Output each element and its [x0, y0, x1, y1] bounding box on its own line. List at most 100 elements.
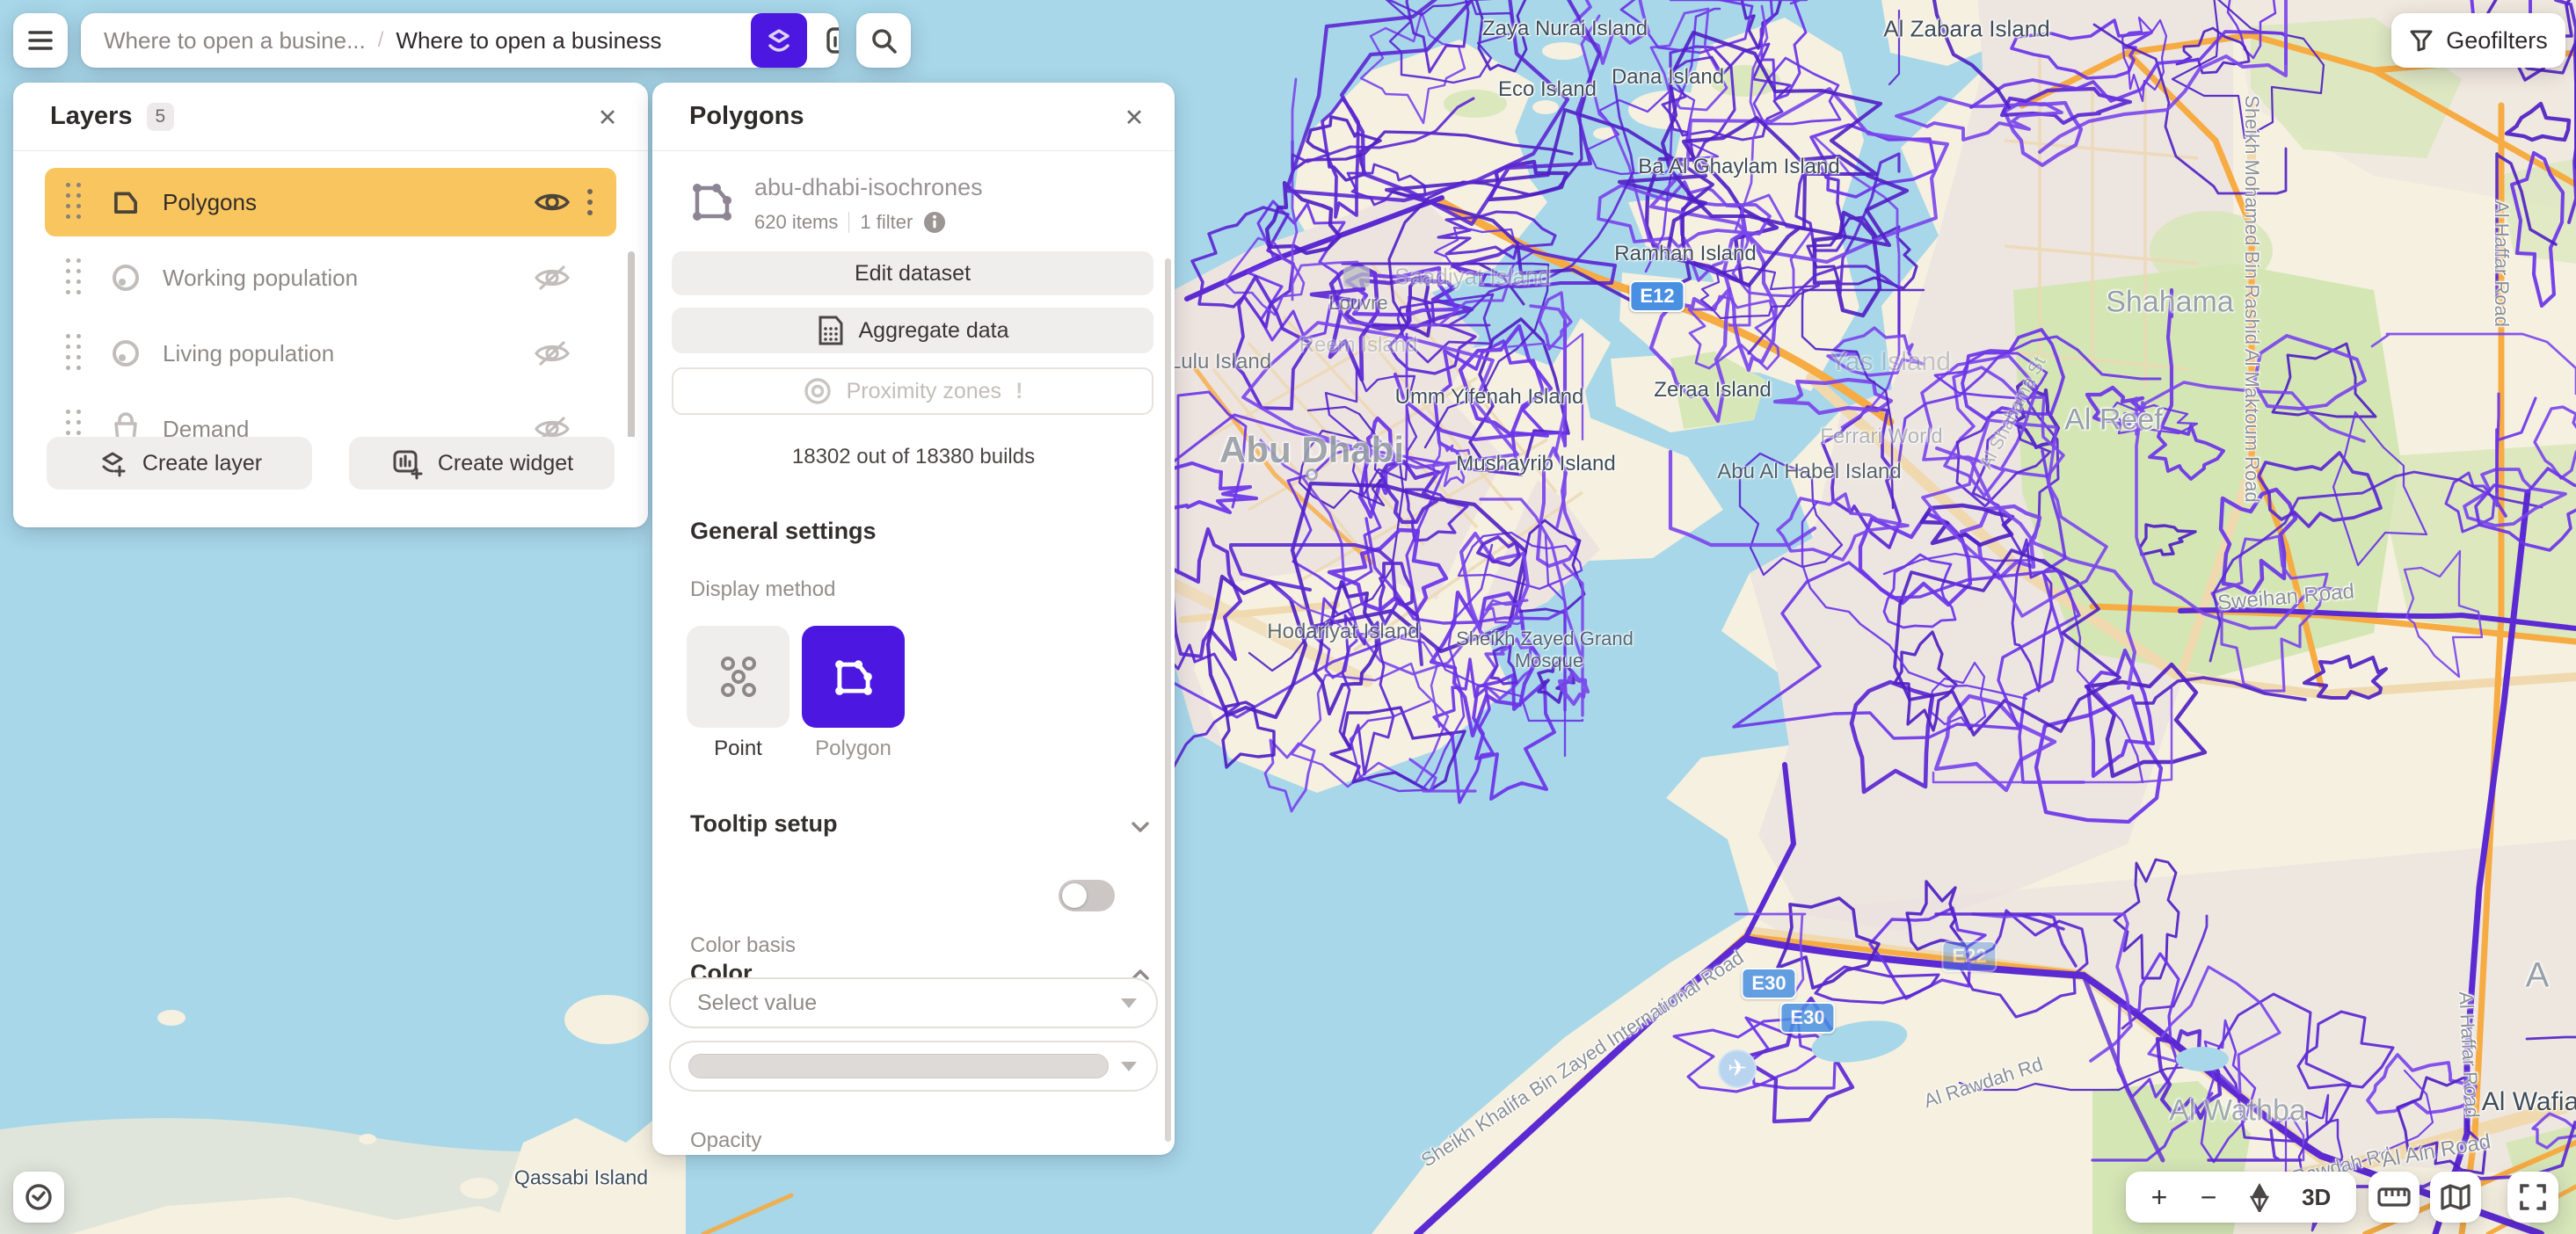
proximity-zones-button-disabled[interactable]: Proximity zones ! [672, 367, 1153, 415]
polygons-panel-header: Polygons ✕ [652, 83, 1175, 151]
toggle-knob [1062, 883, 1087, 908]
basemap-style-button[interactable] [2430, 1172, 2481, 1223]
color-palette-preview [688, 1054, 1109, 1078]
info-icon[interactable] [923, 211, 946, 234]
general-settings-heading: General settings [690, 518, 877, 545]
folded-map-icon [2440, 1184, 2471, 1210]
drag-handle-icon[interactable] [66, 183, 89, 221]
dataset-meta: 620 items 1 filter [754, 211, 946, 234]
edit-dataset-label: Edit dataset [855, 261, 971, 287]
drag-handle-icon[interactable] [66, 258, 89, 297]
fullscreen-button[interactable] [2507, 1172, 2558, 1223]
dataset-items-count: 620 items [754, 211, 838, 234]
color-basis-select-placeholder: Select value [697, 991, 1109, 1016]
meta-divider [848, 212, 849, 233]
create-layer-label: Create layer [142, 451, 262, 476]
drag-handle-icon[interactable] [66, 334, 89, 373]
eye-slash-icon[interactable] [532, 340, 572, 367]
layers-panel-title: Layers [50, 102, 133, 131]
polygon-layer-icon [108, 185, 147, 220]
edit-dataset-button[interactable]: Edit dataset [672, 251, 1153, 295]
layers-count-badge: 5 [147, 103, 175, 131]
display-method-point-tile[interactable] [687, 626, 790, 728]
layers-panel: Layers 5 ✕ Polygons Working population Liv… [13, 83, 648, 527]
eye-slash-icon[interactable] [532, 416, 572, 437]
fullscreen-icon [2519, 1183, 2547, 1211]
breadcrumb: Where to open a busine... / Where to ope… [81, 13, 839, 68]
tooltip-setup-heading: Tooltip setup [690, 810, 837, 838]
select-dropdown-arrow-icon [1121, 998, 1137, 1008]
dataset-filter-count[interactable]: 1 filter [860, 211, 913, 234]
create-layer-button[interactable]: Create layer [47, 437, 312, 490]
polygons-panel-close-button[interactable]: ✕ [1120, 104, 1148, 132]
color-basis-label: Color basis [690, 933, 796, 958]
palette-dropdown-arrow-icon [1121, 1062, 1137, 1071]
hamburger-menu-button[interactable] [13, 13, 68, 68]
layers-list: Polygons Working population Living populat… [13, 152, 648, 437]
layer-options-kebab-icon[interactable] [572, 189, 608, 215]
filter-funnel-icon [2409, 28, 2434, 53]
create-widget-label: Create widget [438, 451, 573, 476]
geofilters-button[interactable]: Geofilters [2391, 13, 2565, 68]
measure-button[interactable] [2369, 1172, 2420, 1223]
search-button[interactable] [856, 13, 911, 68]
ruler-icon [2377, 1186, 2411, 1209]
layers-panel-header: Layers 5 ✕ [13, 83, 648, 151]
eye-slash-icon[interactable] [532, 265, 572, 291]
widgets-button[interactable] [818, 18, 839, 62]
geofilters-label: Geofilters [2446, 27, 2548, 54]
proximity-zones-label: Proximity zones [847, 379, 1001, 404]
builds-progress-text: 18302 out of 18380 builds [652, 445, 1175, 469]
color-basis-select[interactable]: Select value [669, 977, 1158, 1028]
tooltip-chevron-down-icon[interactable] [1127, 814, 1153, 840]
breadcrumb-separator: / [378, 28, 384, 53]
layer-label: Demand [163, 416, 532, 438]
create-widget-button[interactable]: Create widget [349, 437, 615, 490]
dataset-name[interactable]: abu-dhabi-isochrones [754, 174, 983, 201]
aggregate-data-label: Aggregate data [859, 318, 1009, 344]
polygon-display-icon [828, 651, 879, 702]
proximity-zones-icon [803, 376, 833, 406]
bag-layer-icon [108, 411, 147, 437]
layers-panel-close-button[interactable]: ✕ [593, 104, 622, 132]
breadcrumb-parent[interactable]: Where to open a busine... [104, 27, 366, 54]
aggregate-data-icon [817, 316, 845, 345]
bar-chart-icon [825, 25, 839, 56]
eye-icon[interactable] [532, 189, 572, 215]
settings-scrollbar[interactable] [1165, 258, 1171, 1142]
layer-row-living-population[interactable]: Living population [45, 319, 616, 388]
tooltip-toggle-off[interactable] [1059, 880, 1115, 911]
create-layer-icon [97, 447, 128, 479]
create-widget-icon [390, 446, 424, 480]
layer-row-working-population[interactable]: Working population [45, 243, 616, 312]
layers-panel-toggle-button[interactable] [751, 13, 807, 68]
search-icon [870, 26, 898, 54]
layers-icon [764, 25, 794, 55]
polygons-panel-title: Polygons [689, 102, 804, 131]
point-layer-icon [108, 260, 147, 295]
breadcrumb-current[interactable]: Where to open a business [396, 27, 661, 54]
layer-row-polygons[interactable]: Polygons [45, 168, 616, 236]
hamburger-icon [27, 29, 54, 52]
layer-label: Working population [163, 265, 532, 292]
layer-label: Polygons [163, 189, 532, 216]
history-button[interactable] [13, 1172, 64, 1223]
point-display-icon [712, 650, 765, 703]
color-palette-select[interactable] [669, 1041, 1158, 1092]
zoom-in-button[interactable]: + [2151, 1183, 2168, 1211]
display-method-polygon-tile-selected[interactable] [802, 626, 905, 728]
3d-mode-button[interactable]: 3D [2302, 1186, 2331, 1209]
layer-label: Living population [163, 340, 532, 367]
layer-settings-panel: Polygons ✕ abu-dhabi-isochrones 620 item… [652, 83, 1175, 1155]
polygon-tile-label: Polygon [802, 737, 905, 761]
zoom-out-button[interactable]: − [2201, 1183, 2217, 1211]
proximity-warning-mark: ! [1015, 379, 1022, 404]
map-zoom-controls: + − 3D [2126, 1172, 2356, 1223]
compass-icon[interactable] [2250, 1182, 2269, 1212]
opacity-label: Opacity [690, 1129, 761, 1153]
display-method-label: Display method [690, 577, 835, 602]
layer-row-demand[interactable]: Demand [45, 395, 616, 437]
point-layer-icon [108, 336, 147, 371]
drag-handle-icon[interactable] [66, 410, 89, 437]
aggregate-data-button[interactable]: Aggregate data [672, 308, 1153, 353]
